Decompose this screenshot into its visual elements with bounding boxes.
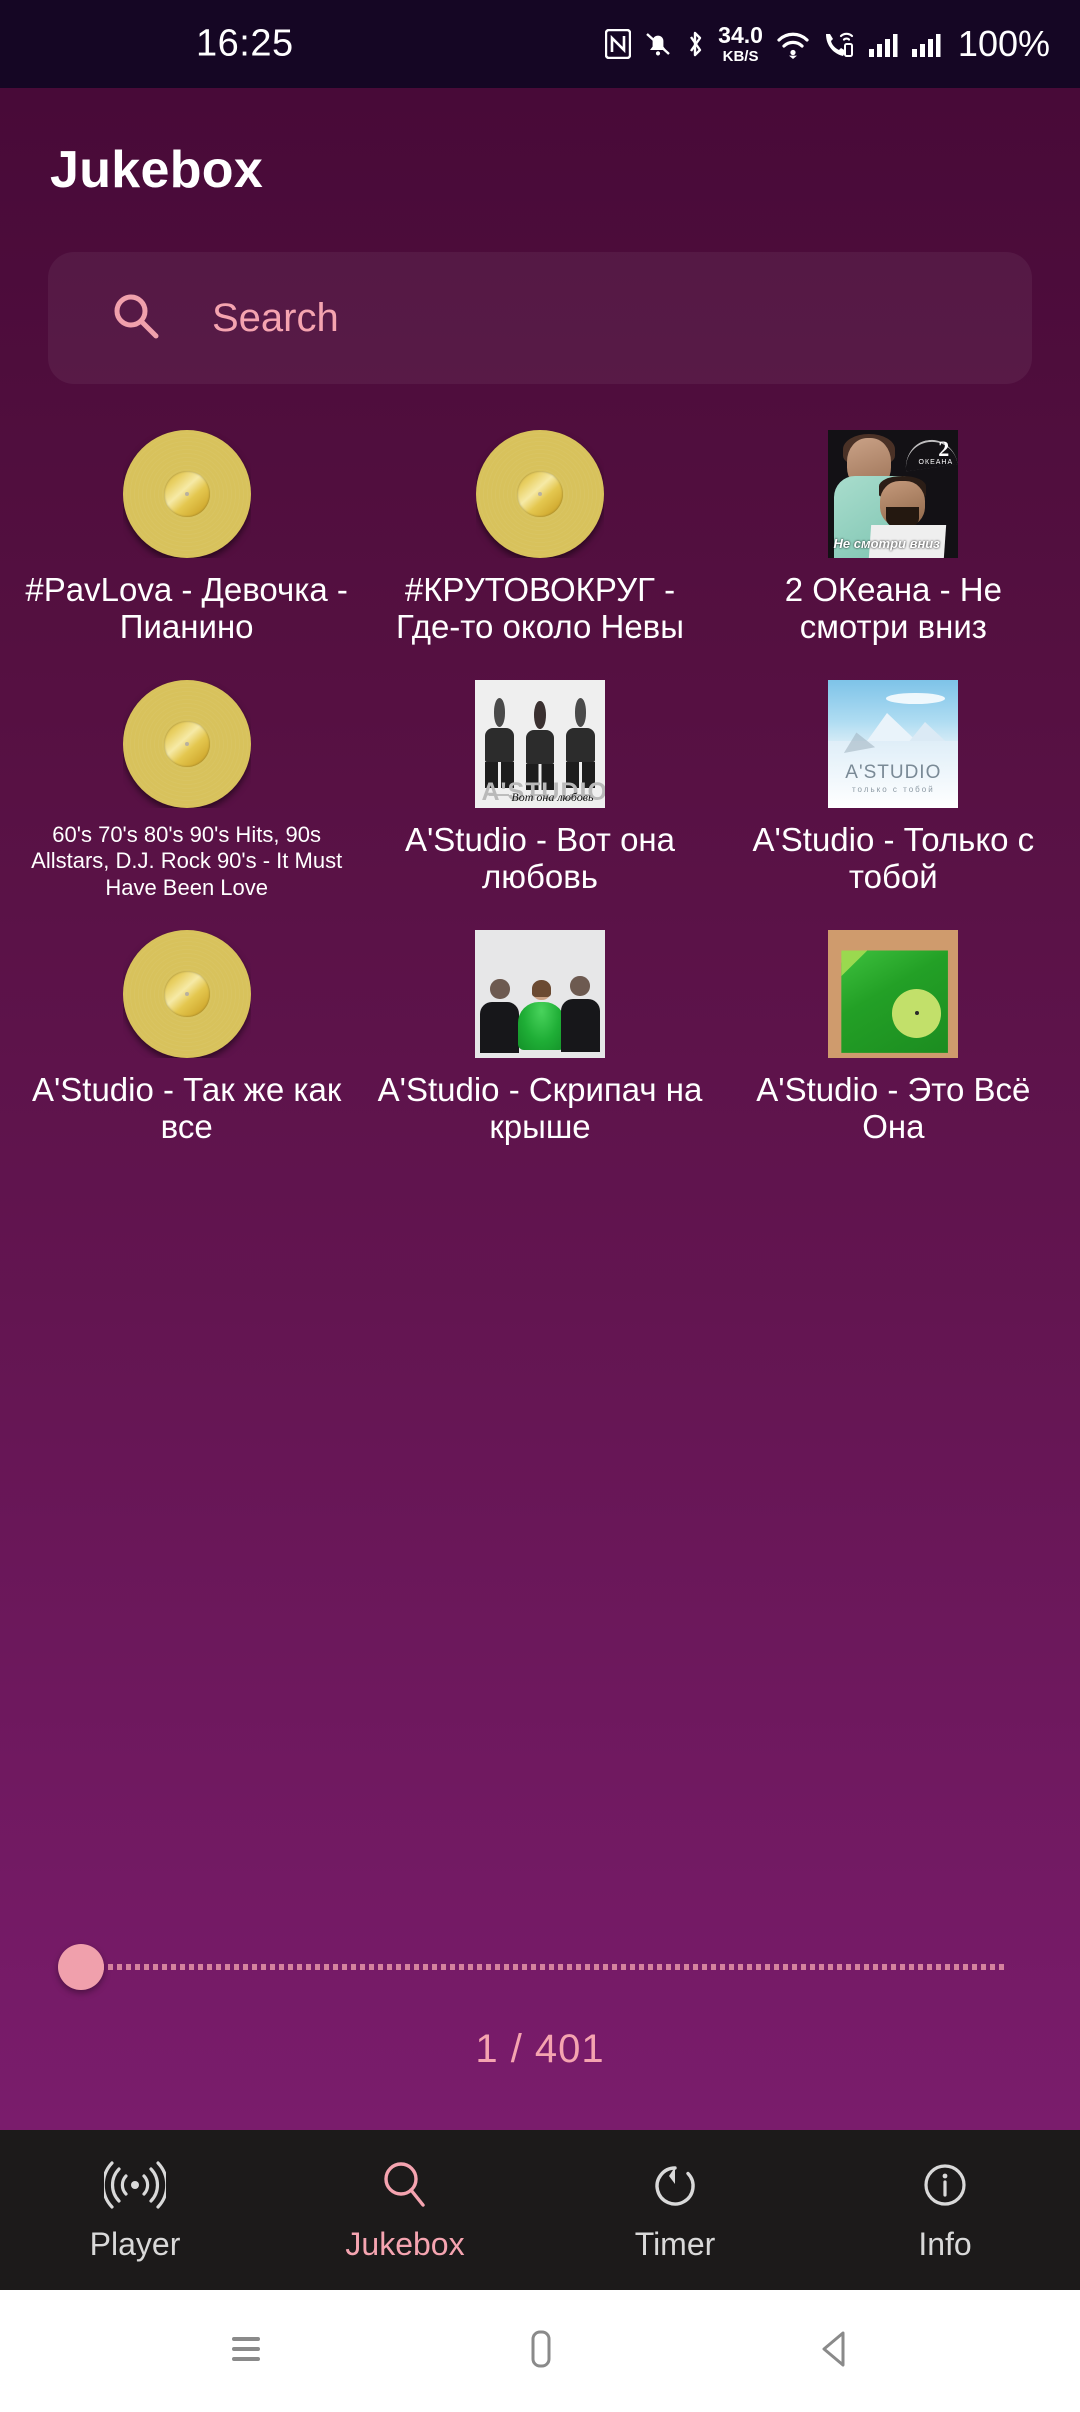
page-counter: 1 / 401	[475, 2027, 605, 2071]
timer-icon	[648, 2158, 702, 2212]
search-input[interactable]: Search	[48, 252, 1032, 384]
grid-item[interactable]: A'STUDIO только с тобой A'Studio - Тольк…	[717, 678, 1070, 928]
track-title: #КРУТОВОКРУГ - Где-то около Невы	[396, 571, 684, 645]
bottom-navigation: Player Jukebox Timer Info	[0, 2130, 1080, 2290]
nfc-icon	[605, 29, 632, 59]
grid-item[interactable]: A'STUDIO Вот она любовь A'Studio - Вот о…	[363, 678, 716, 928]
tab-jukebox[interactable]: Jukebox	[270, 2130, 540, 2290]
battery-percent-label: 100%	[957, 23, 1050, 64]
album-wordmark: A'STUDIO	[845, 761, 942, 783]
grid-item[interactable]: A'Studio - Скрипач на крыше	[363, 928, 716, 1178]
album-logo-subtext: ОКЕАНА	[918, 459, 954, 467]
track-title: A'Studio - Вот она любовь	[404, 821, 676, 895]
slider-track[interactable]	[58, 1944, 1008, 1990]
broadcast-icon	[104, 2158, 166, 2212]
track-title: A'Studio - Только с тобой	[752, 821, 1035, 895]
tab-label: Timer	[634, 2225, 716, 2262]
album-art: 2 ОКЕАНА Не смотри вниз	[828, 430, 959, 558]
bluetooth-icon	[685, 29, 705, 59]
album-art-placeholder	[122, 430, 251, 558]
album-art	[474, 930, 605, 1058]
track-title: #PavLova - Девочка - Пианино	[25, 571, 348, 645]
android-system-navigation	[0, 2290, 1080, 2412]
track-grid: #PavLova - Девочка - Пианино #КРУТОВОКРУ…	[0, 428, 1080, 1178]
album-subtitle: только с тобой	[851, 784, 935, 794]
album-art	[828, 930, 959, 1058]
track-title: A'Studio - Так же как все	[31, 1071, 342, 1145]
app-content: Jukebox Search #PavLova - Девочка - Пиан…	[0, 88, 1080, 2130]
tab-player[interactable]: Player	[0, 2130, 270, 2290]
page-slider[interactable]	[0, 1907, 1080, 2027]
album-art-placeholder	[475, 430, 604, 558]
grid-item[interactable]: A'Studio - Так же как все	[10, 928, 363, 1178]
track-title: 60's 70's 80's 90's Hits, 90s Allstars, …	[31, 822, 343, 900]
tab-label: Info	[918, 2225, 972, 2262]
album-art: A'STUDIO только с тобой	[828, 680, 959, 808]
grid-item[interactable]: 2 ОКЕАНА Не смотри вниз 2 ОКеана - Не см…	[717, 428, 1070, 678]
track-title: 2 ОКеана - Не смотри вниз	[784, 571, 1002, 645]
home-icon[interactable]	[519, 2326, 563, 2377]
album-badge-text: Не смотри вниз	[833, 536, 940, 552]
phone-screen: 16:25 34.0 KB/S 100% Jukebox Search #Pav…	[0, 0, 1080, 2412]
vinyl-record-icon	[475, 430, 604, 558]
status-bar-icons: 34.0 KB/S 100%	[605, 23, 1050, 65]
signal-bars-icon	[868, 29, 898, 59]
track-title: A'Studio - Скрипач на крыше	[377, 1071, 703, 1145]
grid-item[interactable]: A'Studio - Это Всё Она	[717, 928, 1070, 1178]
tab-label: Player	[89, 2225, 181, 2262]
album-art: A'STUDIO Вот она любовь	[474, 680, 605, 808]
signal-bars-icon	[911, 29, 941, 59]
grid-item[interactable]: 60's 70's 80's 90's Hits, 90s Allstars, …	[10, 678, 363, 928]
wifi-icon	[776, 29, 810, 59]
status-bar-clock: 16:25	[196, 22, 294, 65]
info-icon	[918, 2158, 972, 2212]
vinyl-record-icon	[122, 930, 251, 1058]
network-speed-indicator: 34.0 KB/S	[718, 22, 763, 65]
grid-item[interactable]: #КРУТОВОКРУГ - Где-то около Невы	[363, 428, 716, 678]
status-bar: 16:25 34.0 KB/S 100%	[0, 0, 1080, 88]
album-art-placeholder	[122, 680, 251, 808]
back-icon[interactable]	[813, 2326, 857, 2377]
album-subtitle: Вот она любовь	[511, 790, 594, 805]
vinyl-record-icon	[122, 430, 251, 558]
wifi-calling-icon	[823, 29, 855, 59]
bell-muted-icon	[644, 29, 672, 59]
tab-info[interactable]: Info	[810, 2130, 1080, 2290]
album-art-placeholder	[122, 930, 251, 1058]
recents-icon[interactable]	[223, 2329, 269, 2374]
search-icon	[110, 290, 162, 347]
search-placeholder: Search	[212, 295, 339, 340]
slider-thumb[interactable]	[58, 1944, 104, 1990]
tab-label: Jukebox	[345, 2225, 465, 2262]
page-title: Jukebox	[50, 141, 264, 199]
tab-timer[interactable]: Timer	[540, 2130, 810, 2290]
track-title: A'Studio - Это Всё Она	[756, 1071, 1031, 1145]
search-icon	[378, 2158, 432, 2212]
vinyl-record-icon	[122, 680, 251, 808]
grid-item[interactable]: #PavLova - Девочка - Пианино	[10, 428, 363, 678]
